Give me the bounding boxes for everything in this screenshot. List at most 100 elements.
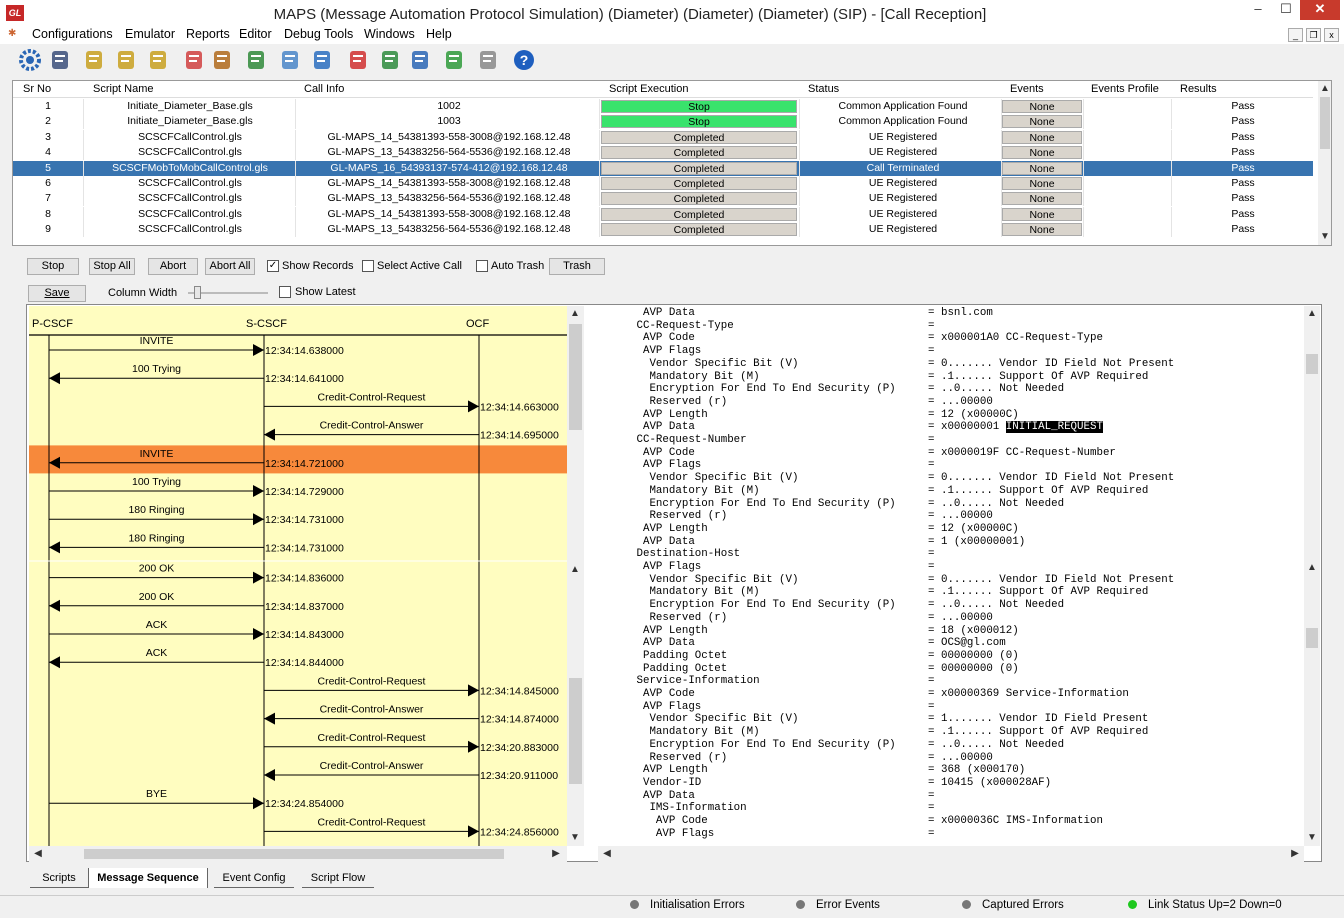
notebook-icon[interactable] [48, 48, 72, 72]
gear-icon[interactable] [18, 48, 42, 72]
lock-user-icon[interactable] [244, 48, 268, 72]
stop-all-button[interactable]: Stop All [89, 258, 135, 275]
mdi-child-icon[interactable]: ✱ [8, 28, 16, 39]
menu-editor[interactable]: Editor [239, 27, 272, 41]
captured-errors-indicator[interactable]: Captured Errors [962, 899, 1064, 911]
minimize-button[interactable]: ‒ [1244, 0, 1272, 20]
menu-emulator[interactable]: Emulator [125, 27, 175, 41]
scroll-thumb[interactable] [1320, 97, 1330, 149]
table-row[interactable]: 4 SCSCFCallControl.gls GL-MAPS_13_54383256… [13, 145, 1313, 161]
transfer-icon[interactable] [442, 48, 466, 72]
doc-blue-icon[interactable] [408, 48, 432, 72]
script-execution-button[interactable]: Stop [601, 100, 797, 113]
scroll-right-icon[interactable]: ▶ [549, 848, 563, 859]
sequence-hscrollbar[interactable]: ◀ ▶ [29, 846, 567, 862]
events-button[interactable]: None [1002, 100, 1082, 113]
events-button[interactable]: None [1002, 115, 1082, 129]
menu-configurations[interactable]: Configurations [32, 27, 113, 41]
scroll-up-icon[interactable]: ▲ [568, 564, 582, 575]
script-execution-button[interactable]: Stop [601, 115, 797, 129]
script-edit-icon[interactable] [82, 48, 106, 72]
abort-all-button[interactable]: Abort All [205, 258, 255, 275]
tab-scripts[interactable]: Scripts [30, 868, 88, 888]
scroll-up-icon[interactable]: ▲ [1305, 562, 1319, 573]
table-row[interactable]: 5 SCSCFMobToMobCallControl.gls GL-MAPS_16_… [13, 160, 1313, 176]
profile2-icon[interactable] [146, 48, 170, 72]
events-button[interactable]: None [1002, 192, 1082, 206]
col-script-name[interactable]: Script Name [93, 83, 154, 95]
events-button[interactable]: None [1002, 130, 1082, 144]
error-events-indicator[interactable]: Error Events [796, 899, 880, 911]
edit-check-icon[interactable] [278, 48, 302, 72]
scroll-thumb[interactable] [84, 849, 504, 859]
scroll-down-icon[interactable]: ▼ [568, 832, 582, 843]
script-execution-button[interactable]: Completed [601, 207, 797, 221]
col-script-execution[interactable]: Script Execution [609, 83, 688, 95]
menu-debug-tools[interactable]: Debug Tools [284, 27, 353, 41]
scroll-left-icon[interactable]: ◀ [31, 848, 45, 859]
script-execution-button[interactable]: Completed [601, 177, 797, 190]
grid-scrollbar[interactable]: ▲ ▼ [1318, 81, 1331, 245]
menu-windows[interactable]: Windows [364, 27, 415, 41]
maximize-button[interactable]: ☐ [1272, 0, 1300, 20]
scroll-right-icon[interactable]: ▶ [1288, 848, 1302, 859]
scroll-up-icon[interactable]: ▲ [1305, 308, 1319, 319]
table-row[interactable]: 8 SCSCFCallControl.gls GL-MAPS_14_54381393… [13, 206, 1313, 222]
table-row[interactable]: 9 SCSCFCallControl.gls GL-MAPS_13_54383256… [13, 222, 1313, 238]
table-row[interactable]: 7 SCSCFCallControl.gls GL-MAPS_13_54383256… [13, 191, 1313, 207]
mdi-restore-button[interactable]: ❐ [1306, 28, 1321, 42]
col-events-profile[interactable]: Events Profile [1091, 83, 1159, 95]
col-status[interactable]: Status [808, 83, 839, 95]
table-row[interactable]: 6 SCSCFCallControl.gls GL-MAPS_14_54381393… [13, 176, 1313, 191]
events-button[interactable]: None [1002, 223, 1082, 237]
col-events[interactable]: Events [1010, 83, 1044, 95]
decode-hscrollbar[interactable]: ◀ ▶ [598, 846, 1304, 862]
table-row[interactable]: 1 Initiate_Diameter_Base.gls 1002 Common Ap… [13, 99, 1313, 114]
settings-pen-icon[interactable] [310, 48, 334, 72]
mdi-close-button[interactable]: x [1324, 28, 1339, 42]
decode-vscrollbar[interactable]: ▲ ▲ ▼ [1304, 306, 1320, 846]
wrench-icon[interactable] [182, 48, 206, 72]
close-button[interactable]: ✕ [1300, 0, 1340, 20]
trash-button[interactable]: Trash [549, 258, 605, 275]
col-sr-no[interactable]: Sr No [23, 83, 51, 95]
col-results[interactable]: Results [1180, 83, 1217, 95]
init-errors-indicator[interactable]: Initialisation Errors [630, 899, 745, 911]
sequence-vscrollbar[interactable]: ▲ ▲ ▼ [567, 306, 584, 846]
script-execution-button[interactable]: Completed [601, 146, 797, 160]
scroll-thumb[interactable] [569, 324, 582, 430]
events-button[interactable]: None [1002, 146, 1082, 160]
briefcase-icon[interactable] [210, 48, 234, 72]
select-active-call-checkbox[interactable] [362, 260, 374, 272]
doc-red-icon[interactable] [346, 48, 370, 72]
table-row[interactable]: 2 Initiate_Diameter_Base.gls 1003 Common Ap… [13, 114, 1313, 130]
scroll-thumb[interactable] [1306, 354, 1318, 374]
tab-message-sequence[interactable]: Message Sequence [88, 868, 208, 888]
doc-green-icon[interactable] [378, 48, 402, 72]
mdi-minimize-button[interactable]: _ [1288, 28, 1303, 42]
stop-button[interactable]: Stop [27, 258, 79, 275]
script-execution-button[interactable]: Completed [601, 223, 797, 237]
menu-reports[interactable]: Reports [186, 27, 230, 41]
abort-button[interactable]: Abort [148, 258, 198, 275]
scroll-up-icon[interactable]: ▲ [568, 308, 582, 319]
script-execution-button[interactable]: Completed [601, 161, 797, 175]
tab-script-flow[interactable]: Script Flow [302, 868, 374, 888]
scroll-left-icon[interactable]: ◀ [600, 848, 614, 859]
scroll-down-icon[interactable]: ▼ [1305, 832, 1319, 843]
menu-help[interactable]: Help [426, 27, 452, 41]
events-button[interactable]: None [1002, 177, 1082, 190]
col-call-info[interactable]: Call Info [304, 83, 344, 95]
save-button[interactable]: Save [28, 285, 86, 302]
script-execution-button[interactable]: Completed [601, 130, 797, 144]
auto-trash-checkbox[interactable] [476, 260, 488, 272]
show-records-checkbox[interactable]: ✓ [267, 260, 279, 272]
show-latest-checkbox[interactable] [279, 286, 291, 298]
scroll-down-icon[interactable]: ▼ [1318, 231, 1331, 242]
scroll-up-icon[interactable]: ▲ [1318, 83, 1331, 94]
slider-handle[interactable] [194, 286, 201, 299]
doc-gray-icon[interactable] [476, 48, 500, 72]
scroll-thumb[interactable] [1306, 628, 1318, 648]
table-row[interactable]: 3 SCSCFCallControl.gls GL-MAPS_14_54381393… [13, 129, 1313, 145]
scroll-thumb[interactable] [569, 678, 582, 784]
